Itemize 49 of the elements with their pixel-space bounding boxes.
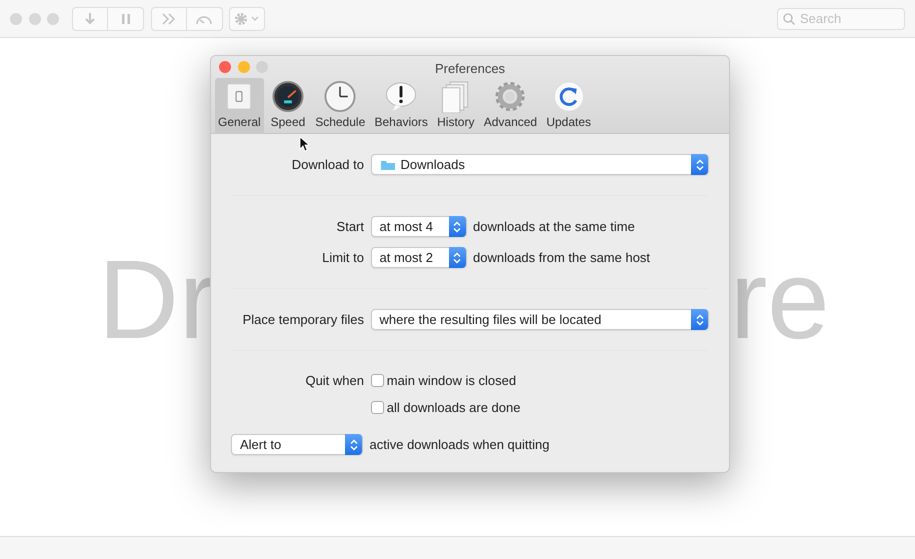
stepper-icon bbox=[696, 158, 704, 170]
window-control[interactable] bbox=[28, 12, 40, 24]
stepper-icon bbox=[350, 438, 358, 450]
gauge-icon bbox=[270, 80, 306, 113]
cursor-icon bbox=[299, 136, 309, 152]
dropdown[interactable]: at most 4 bbox=[370, 216, 466, 237]
field-label: Quit when bbox=[304, 372, 364, 390]
preferences-tab[interactable]: Schedule bbox=[312, 78, 368, 134]
clock-icon bbox=[322, 80, 358, 113]
field-label: Start bbox=[336, 218, 364, 236]
field-label: Download to bbox=[290, 156, 364, 174]
forward-button[interactable] bbox=[150, 6, 186, 30]
double-chevron-icon bbox=[160, 12, 176, 24]
preferences-tab[interactable]: General bbox=[215, 78, 264, 134]
field-label: active downloads when quitting bbox=[370, 436, 550, 454]
field-label: Limit to bbox=[321, 248, 364, 267]
preferences-tab[interactable]: History bbox=[434, 78, 478, 134]
field-label: downloads from the same host bbox=[473, 248, 650, 267]
dropdown[interactable]: where the resulting files will be located bbox=[370, 309, 709, 330]
folder-popup[interactable]: Downloads bbox=[370, 154, 709, 175]
stepper-icon bbox=[453, 220, 461, 232]
stepper-icon bbox=[696, 314, 704, 326]
gear-icon bbox=[234, 12, 260, 26]
pause-icon bbox=[120, 12, 130, 24]
window-control[interactable] bbox=[238, 61, 250, 73]
window-control[interactable] bbox=[219, 61, 231, 73]
checkbox-option[interactable]: main window is closed bbox=[370, 371, 520, 390]
download-icon bbox=[84, 12, 96, 26]
field-label: Place temporary files bbox=[242, 310, 364, 329]
settings-button[interactable] bbox=[229, 6, 265, 30]
checkbox[interactable] bbox=[370, 374, 384, 388]
pause-button[interactable] bbox=[108, 6, 144, 30]
preferences-tab[interactable]: Advanced bbox=[480, 78, 540, 134]
download-button[interactable] bbox=[72, 6, 108, 30]
dropdown[interactable]: at most 2 bbox=[370, 247, 466, 268]
window-control[interactable] bbox=[10, 12, 22, 24]
preferences-tab[interactable]: Updates bbox=[543, 78, 594, 134]
checkbox[interactable] bbox=[370, 400, 384, 414]
field-label: downloads at the same time bbox=[473, 218, 635, 236]
preferences-tab[interactable]: Behaviors bbox=[372, 78, 431, 134]
window-title: Preferences bbox=[434, 60, 506, 78]
window-control[interactable] bbox=[47, 12, 59, 24]
stepper-icon bbox=[453, 252, 461, 264]
search-field[interactable]: Search bbox=[777, 8, 905, 30]
folder-icon bbox=[380, 158, 396, 170]
preferences-tab[interactable]: Speed bbox=[266, 78, 309, 134]
speed-button[interactable] bbox=[186, 6, 222, 30]
dropdown[interactable]: Alert to bbox=[231, 434, 363, 455]
checkbox-option[interactable]: all downloads are done bbox=[370, 398, 520, 417]
